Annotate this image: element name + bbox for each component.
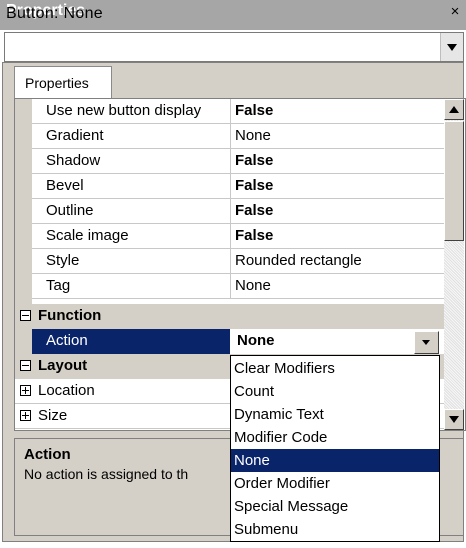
property-name: Scale image: [46, 227, 129, 244]
dropdown-option[interactable]: Clear Modifiers: [231, 357, 439, 380]
chevron-down-icon: [447, 44, 457, 51]
arrow-up-icon: [449, 106, 459, 113]
property-name: Shadow: [46, 152, 101, 169]
action-value: None: [237, 332, 275, 349]
collapse-icon[interactable]: [20, 360, 31, 371]
object-selector[interactable]: [4, 32, 464, 62]
property-row[interactable]: Bevel False: [32, 174, 444, 199]
action-dropdown-list[interactable]: Clear Modifiers Count Dynamic Text Modifier…: [230, 355, 440, 542]
dropdown-option[interactable]: Dynamic Text: [231, 403, 439, 426]
object-selector-dropdown-button[interactable]: [440, 33, 463, 61]
bottom-strip: [0, 542, 466, 548]
property-row-action-name[interactable]: Action: [32, 329, 230, 354]
property-name: Use new button display: [46, 102, 202, 119]
dropdown-option[interactable]: Modifier Code: [231, 426, 439, 449]
property-name: Outline: [46, 202, 94, 219]
property-name: Style: [46, 252, 80, 269]
property-name: Bevel: [46, 177, 84, 194]
description-title: Action: [24, 446, 71, 463]
property-name: Action: [46, 332, 88, 349]
chevron-down-icon: [422, 340, 430, 345]
scroll-down-button[interactable]: [444, 409, 464, 430]
property-value[interactable]: None: [235, 277, 271, 294]
property-row[interactable]: Tag None: [32, 274, 444, 299]
property-name: Tag: [46, 277, 71, 294]
description-text: No action is assigned to th: [24, 466, 189, 482]
dropdown-option[interactable]: Special Message: [231, 495, 439, 518]
property-row[interactable]: Scale image False: [32, 224, 444, 249]
tab-properties-label: Properties: [25, 75, 89, 91]
property-value[interactable]: None: [235, 127, 271, 144]
expand-icon[interactable]: [20, 385, 31, 396]
property-row[interactable]: Style Rounded rectangle: [32, 249, 444, 274]
property-name: Gradient: [46, 127, 104, 144]
object-selector-value: Button: None: [6, 5, 103, 22]
scrollbar-thumb[interactable]: [444, 121, 464, 241]
property-name: Size: [38, 407, 68, 424]
property-row[interactable]: Outline False: [32, 199, 444, 224]
property-row[interactable]: Use new button display False: [32, 99, 444, 124]
category-function-label: Function: [38, 307, 102, 324]
property-value[interactable]: False: [235, 227, 273, 244]
dropdown-option[interactable]: Count: [231, 380, 439, 403]
property-row-action-value[interactable]: None: [231, 329, 444, 354]
dropdown-option[interactable]: Submenu: [231, 518, 439, 541]
category-layout-label: Layout: [38, 357, 88, 374]
collapse-icon[interactable]: [20, 310, 31, 321]
arrow-down-icon: [449, 416, 459, 423]
property-value[interactable]: False: [235, 152, 273, 169]
close-icon[interactable]: ×: [446, 3, 464, 25]
expand-icon[interactable]: [20, 410, 31, 421]
property-row[interactable]: Shadow False: [32, 149, 444, 174]
property-name: Location: [38, 382, 95, 399]
dropdown-option[interactable]: None: [231, 449, 439, 472]
dropdown-option[interactable]: Order Modifier: [231, 472, 439, 495]
scroll-up-button[interactable]: [444, 99, 464, 120]
action-dropdown-button[interactable]: [414, 331, 439, 354]
property-row[interactable]: Gradient None: [32, 124, 444, 149]
property-value[interactable]: False: [235, 102, 273, 119]
property-value[interactable]: False: [235, 177, 273, 194]
property-value[interactable]: Rounded rectangle: [235, 252, 362, 269]
category-function[interactable]: Function: [15, 304, 444, 329]
property-value[interactable]: False: [235, 202, 273, 219]
